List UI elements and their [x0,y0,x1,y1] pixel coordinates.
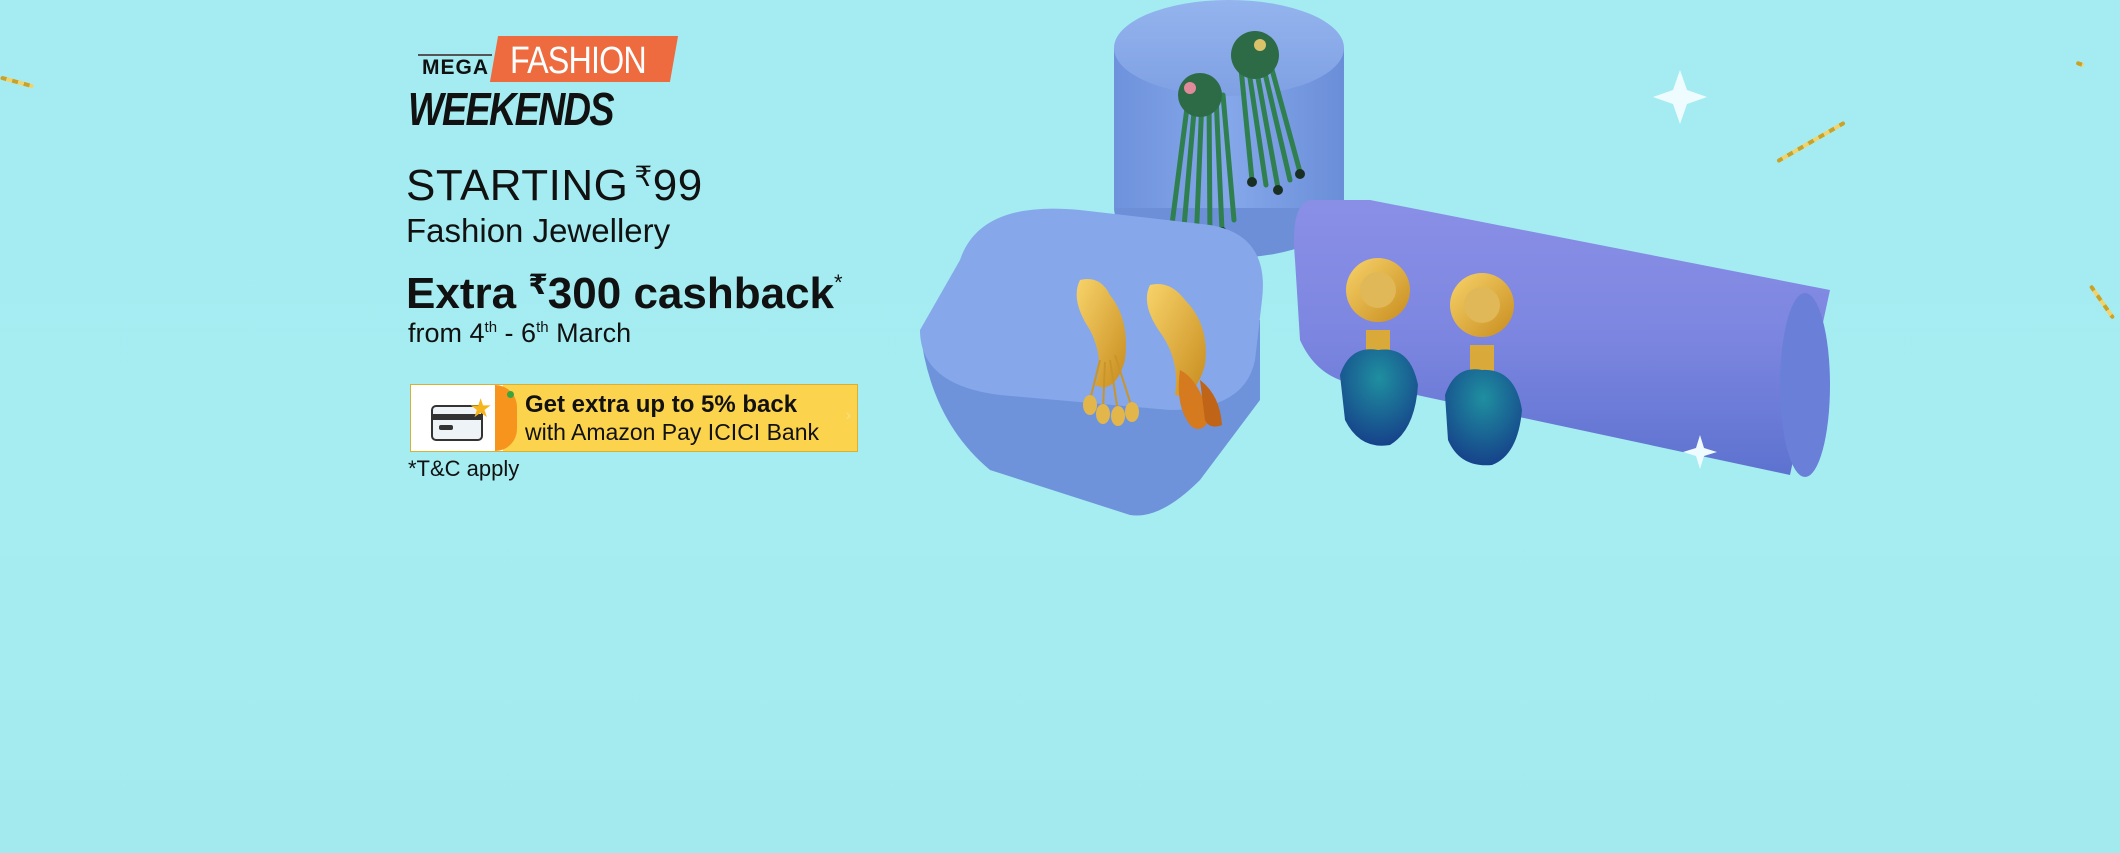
cashback-headline: Extra ₹300 cashback* [406,268,843,319]
date-from: from 4 [408,318,485,348]
logo-mega: MEGA [422,56,489,79]
date-from-suffix: th [484,319,498,336]
logo-fashion: FASHION [510,40,647,82]
date-to: - 6 [497,318,537,348]
star-icon: ★ [469,393,493,423]
offer-icon-area: ★ [411,385,503,451]
starting-price: STARTING ₹99 [406,160,703,211]
logo-weekends: WEEKENDS [408,83,614,135]
terms-and-conditions: *T&C apply [408,456,520,481]
chevron-right-icon: › [845,407,851,424]
confetti-right-edge [2088,284,2116,320]
cashback-suffix: cashback [633,269,835,318]
jewellery-product-image[interactable] [900,0,1840,530]
cashback-amount: 300 [547,269,622,318]
mega-fashion-weekends-logo: MEGA FASHION WEEKENDS [408,36,688,135]
amazon-pay-icici-offer-badge[interactable]: ★ Get extra up to 5% back with Amazon Pa… [410,384,858,452]
cashback-asterisk: * [834,270,843,295]
square-pedestal [920,208,1263,516]
offer-dates: from 4th - 6th March [408,318,631,349]
rupee-symbol: ₹ [634,161,653,192]
date-month: March [548,318,632,348]
date-to-suffix: th [536,319,549,336]
confetti-left [0,75,34,89]
status-dot [507,391,514,398]
cashback-prefix: Extra [406,269,517,318]
rupee-symbol: ₹ [528,269,548,300]
starting-label: STARTING [406,161,629,210]
offer-line-2: with Amazon Pay ICICI Bank [525,419,820,445]
category-title: Fashion Jewellery [406,212,671,249]
confetti-right-dot [2075,60,2085,68]
offer-line-1: Get extra up to 5% back [525,391,798,418]
promo-banner[interactable]: MEGA FASHION WEEKENDS STARTING ₹99 Fashio… [0,0,2120,853]
starting-price-value: 99 [652,161,703,210]
